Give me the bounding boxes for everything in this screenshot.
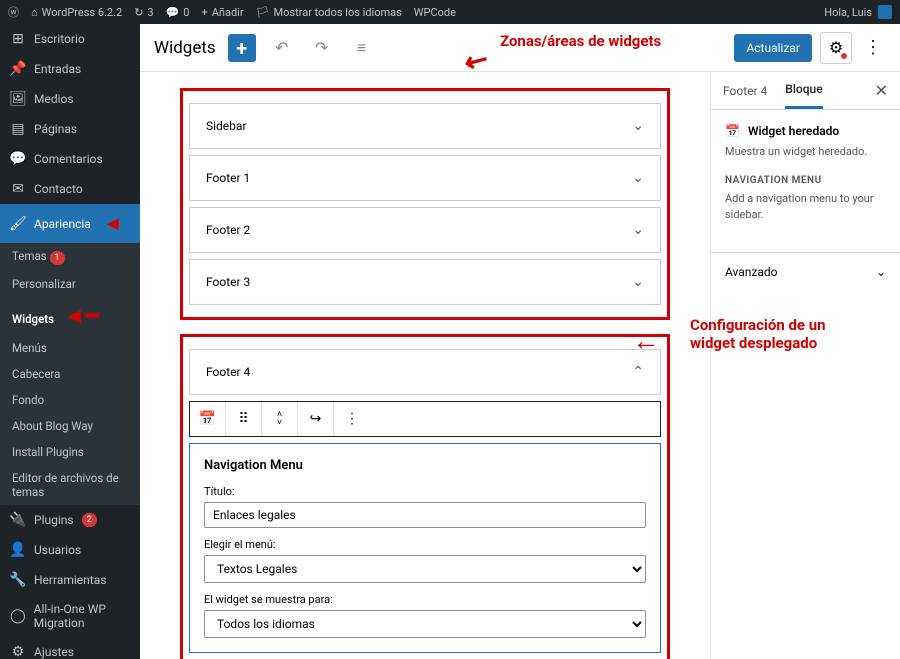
widget-area-footer2[interactable]: Footer 2⌄	[189, 207, 661, 253]
undo-button[interactable]: ↶	[268, 34, 296, 62]
sidebar-sub-install-plugins[interactable]: Install Plugins	[0, 439, 140, 465]
sidebar-item-usuarios[interactable]: 👤Usuarios	[0, 535, 140, 565]
legacy-widget-form: Navigation Menu Título: Elegir el menú: …	[189, 443, 661, 653]
chevron-up-icon: ⌃	[632, 364, 644, 380]
sidebar-item-herramientas[interactable]: 🔧Herramientas	[0, 565, 140, 595]
editor-header: Widgets + ↶ ↷ ≡ Actualizar ⚙ ⋮	[140, 24, 900, 72]
settings-button[interactable]: ⚙	[820, 32, 852, 64]
sidebar-sub-editor-temas[interactable]: Editor de archivos de temas	[0, 465, 140, 505]
annotation-zone-areas: Sidebar⌄ Footer 1⌄ Footer 2⌄ Footer 3⌄	[180, 88, 670, 320]
chevron-down-icon: ⌄	[876, 265, 886, 279]
mail-icon: ✉	[10, 181, 26, 197]
sidebar-item-contacto[interactable]: ✉Contacto	[0, 174, 140, 204]
sidebar-item-paginas[interactable]: ▤Páginas	[0, 114, 140, 144]
widget-area-footer3[interactable]: Footer 3⌄	[189, 259, 661, 305]
migration-icon: ◯	[10, 608, 26, 624]
sidebar-item-entradas[interactable]: 📌Entradas	[0, 54, 140, 84]
drag-handle[interactable]: ⠿	[226, 402, 262, 436]
add-block-button[interactable]: +	[228, 34, 256, 62]
chevron-down-icon: ⌄	[632, 170, 644, 186]
wpcode-link[interactable]: WPCode	[414, 6, 456, 19]
users-icon: 👤	[10, 542, 26, 558]
page-icon: ▤	[10, 121, 26, 137]
widgets-canvas: Sidebar⌄ Footer 1⌄ Footer 2⌄ Footer 3⌄ F…	[140, 72, 710, 659]
updates-link[interactable]: ↻ 3	[134, 6, 153, 19]
chevron-down-icon: ⌄	[632, 222, 644, 238]
more-options-button[interactable]: ⋮	[860, 33, 886, 62]
admin-bar: ⓦ ⌂ WordPress 6.2.2 ↻ 3 💬 0 + Añadir 🏳 M…	[0, 0, 900, 24]
wp-logo-icon[interactable]: ⓦ	[8, 4, 19, 20]
inspector-tabs: Footer 4 Bloque ✕	[711, 72, 900, 110]
dashboard-icon: ⊞	[10, 31, 26, 47]
block-name: 📅Widget heredado	[725, 124, 886, 138]
pin-icon: 📌	[10, 61, 26, 77]
sidebar-sub-personalizar[interactable]: Personalizar	[0, 271, 140, 297]
block-description: Muestra un widget heredado.	[725, 144, 886, 159]
brush-icon: 🖌	[10, 216, 26, 232]
admin-sidebar: ⊞Escritorio 📌Entradas 🖼Medios ▤Páginas 💬…	[0, 24, 140, 659]
block-toolbar: 📅 ⠿ ˄˅ ↪ ⋮	[189, 401, 661, 437]
annotation-arrow-icon: ◄━	[58, 304, 99, 329]
block-more-button[interactable]: ⋮	[334, 402, 370, 436]
sidebar-item-escritorio[interactable]: ⊞Escritorio	[0, 24, 140, 54]
move-up-down-button[interactable]: ˄˅	[262, 402, 298, 436]
chevron-down-icon: ⌄	[632, 118, 644, 134]
site-link[interactable]: ⌂ WordPress 6.2.2	[31, 6, 122, 19]
update-badge: 1	[50, 251, 65, 265]
widget-type-label: NAVIGATION MENU	[725, 175, 886, 186]
sidebar-sub-about[interactable]: About Blog Way	[0, 413, 140, 439]
add-new-link[interactable]: + Añadir	[201, 6, 243, 19]
titulo-label: Título:	[204, 485, 646, 498]
notification-dot	[841, 53, 847, 59]
tools-icon: 🔧	[10, 572, 26, 588]
show-for-label: El widget se muestra para:	[204, 593, 646, 606]
block-inspector: Footer 4 Bloque ✕ 📅Widget heredado Muest…	[710, 72, 900, 659]
sidebar-sub-widgets[interactable]: Widgets ◄━	[0, 297, 140, 335]
media-icon: 🖼	[10, 91, 26, 107]
languages-link[interactable]: 🏳 Mostrar todos los idiomas	[256, 6, 402, 19]
widget-area-sidebar[interactable]: Sidebar⌄	[189, 103, 661, 149]
menu-select[interactable]: Textos Legales	[204, 555, 646, 583]
update-button[interactable]: Actualizar	[734, 34, 812, 62]
redo-button[interactable]: ↷	[308, 34, 336, 62]
close-inspector-button[interactable]: ✕	[875, 81, 888, 100]
chevron-down-icon: ⌄	[632, 274, 644, 290]
main-panel: Widgets + ↶ ↷ ≡ Actualizar ⚙ ⋮ Sidebar⌄ …	[140, 24, 900, 659]
annotation-zone-config: Footer 4⌃ 📅 ⠿ ˄˅ ↪ ⋮ Navigation Menu Tít…	[180, 334, 670, 659]
move-to-button[interactable]: ↪	[298, 402, 334, 436]
plugin-icon: 🔌	[10, 512, 26, 528]
sidebar-item-medios[interactable]: 🖼Medios	[0, 84, 140, 114]
page-title: Widgets	[154, 38, 216, 58]
widget-type-desc: Add a navigation menu to your sidebar.	[725, 191, 886, 222]
sidebar-sub-cabecera[interactable]: Cabecera	[0, 361, 140, 387]
sidebar-item-aio[interactable]: ◯All-in-One WP Migration	[0, 595, 140, 637]
tab-block[interactable]: Bloque	[785, 72, 822, 109]
sidebar-sub-temas[interactable]: Temas 1	[0, 243, 140, 271]
titulo-input[interactable]	[204, 502, 646, 528]
settings-icon: ⚙	[10, 644, 26, 659]
widget-block-title: Navigation Menu	[204, 458, 646, 473]
menu-label: Elegir el menú:	[204, 538, 646, 551]
avatar[interactable]	[878, 5, 892, 19]
greeting-text[interactable]: Hola, Luis	[824, 6, 872, 19]
annotation-arrow-icon: ◄	[103, 211, 123, 236]
list-view-button[interactable]: ≡	[348, 34, 376, 62]
sidebar-item-ajustes[interactable]: ⚙Ajustes	[0, 637, 140, 659]
widget-area-footer1[interactable]: Footer 1⌄	[189, 155, 661, 201]
comment-icon: 💬	[10, 151, 26, 167]
widget-area-footer4[interactable]: Footer 4⌃	[189, 349, 661, 395]
update-badge: 2	[82, 513, 97, 527]
sidebar-item-apariencia[interactable]: 🖌Apariencia◄	[0, 204, 140, 243]
block-type-button[interactable]: 📅	[190, 402, 226, 436]
show-for-select[interactable]: Todos los idiomas	[204, 610, 646, 638]
sidebar-item-comentarios[interactable]: 💬Comentarios	[0, 144, 140, 174]
advanced-panel-toggle[interactable]: Avanzado⌄	[711, 252, 900, 291]
sidebar-sub-fondo[interactable]: Fondo	[0, 387, 140, 413]
tab-area[interactable]: Footer 4	[723, 74, 767, 108]
calendar-icon: 📅	[725, 124, 740, 138]
sidebar-sub-menus[interactable]: Menús	[0, 335, 140, 361]
sidebar-item-plugins[interactable]: 🔌Plugins 2	[0, 505, 140, 535]
comments-link[interactable]: 💬 0	[166, 6, 190, 19]
